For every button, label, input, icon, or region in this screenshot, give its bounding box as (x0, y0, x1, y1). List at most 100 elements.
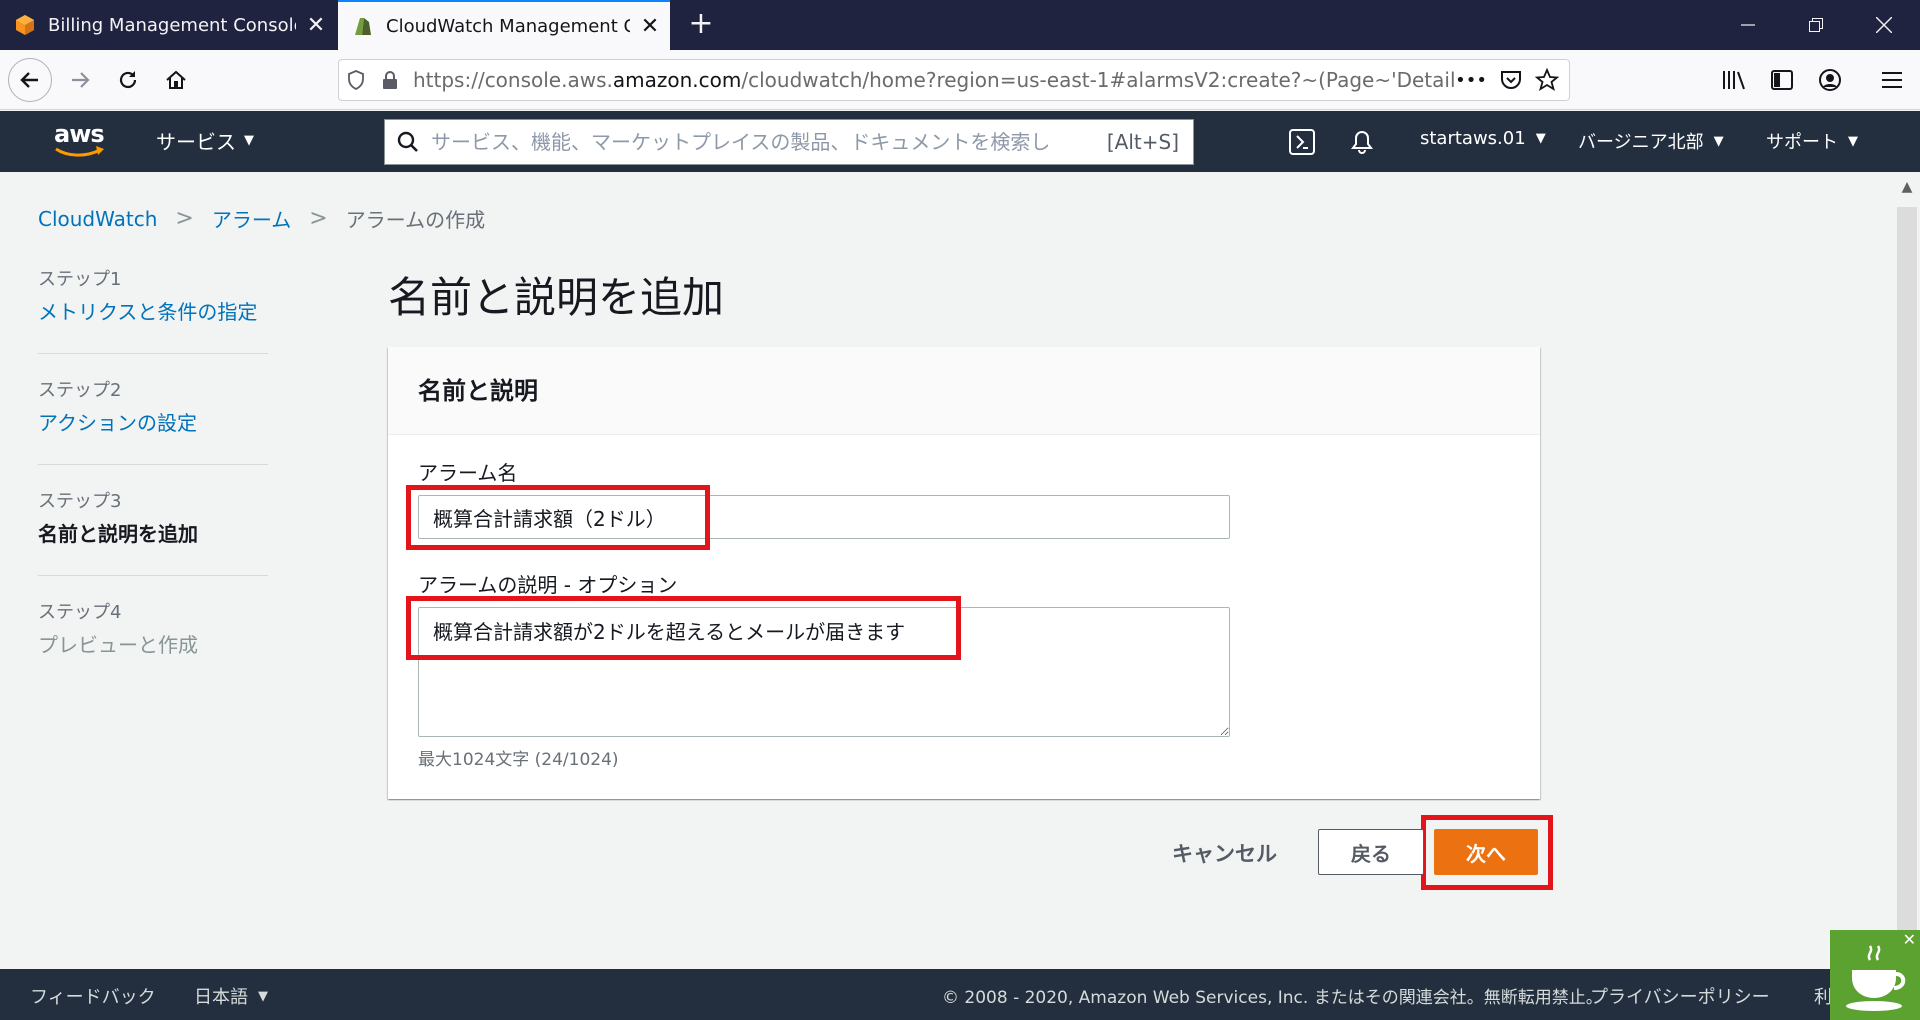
minimize-icon (1741, 24, 1755, 26)
forward-button[interactable] (58, 58, 102, 102)
address-bar[interactable]: https://console.aws.amazon.com/cloudwatc… (338, 59, 1570, 101)
aws-logo-text: aws (54, 120, 105, 148)
account-name: startaws.01 (1420, 128, 1526, 149)
feedback-label: フィードバック (30, 987, 156, 1008)
copyright-text: © 2008 - 2020, Amazon Web Services, Inc.… (942, 988, 1603, 1008)
caret-down-icon: ▼ (244, 133, 254, 148)
page-actions-button[interactable]: ••• (1455, 70, 1487, 91)
url-prefix: https://console.aws. (413, 68, 613, 92)
step-1: ステップ1 メトリクスと条件の指定 (38, 265, 268, 354)
step-4: ステップ4 プレビューと作成 (38, 598, 268, 686)
aws-logo[interactable]: aws (54, 120, 106, 161)
step-number: ステップ1 (38, 269, 122, 290)
home-icon (166, 70, 186, 89)
search-icon (385, 131, 431, 153)
pocket-icon[interactable] (1499, 68, 1523, 92)
char-limit-text: 最大1024文字 (24/1024) (418, 750, 619, 770)
language-label: 日本語 (194, 987, 248, 1008)
step-preview: プレビューと作成 (38, 633, 198, 657)
minimize-button[interactable] (1714, 0, 1782, 50)
account-button[interactable] (1808, 58, 1852, 102)
sidebar-icon (1771, 70, 1793, 90)
step-current-name: 名前と説明を追加 (38, 522, 198, 546)
support-label: サポート (1766, 132, 1838, 153)
step-number: ステップ3 (38, 491, 122, 512)
step-link-actions[interactable]: アクションの設定 (38, 408, 268, 438)
language-selector[interactable]: 日本語 ▼ (194, 983, 268, 1009)
alarm-description-textarea[interactable]: 概算合計請求額が2ドルを超えるとメールが届きます (418, 607, 1230, 737)
region-menu[interactable]: バージニア北部 ▼ (1578, 128, 1724, 154)
scroll-up-icon[interactable]: ▲ (1894, 179, 1920, 201)
name-description-panel: 名前と説明 アラーム名 アラームの説明 - オプション 概算合計請求額が2ドルを… (388, 347, 1540, 799)
feedback-button[interactable]: フィードバック (30, 983, 156, 1009)
step-number: ステップ4 (38, 602, 122, 623)
library-button[interactable] (1712, 58, 1756, 102)
aws-search-box[interactable]: [Alt+S] (384, 119, 1194, 165)
step-link-metrics[interactable]: メトリクスと条件の指定 (38, 297, 268, 327)
tab-cloudwatch[interactable]: CloudWatch Management Console ✕ (338, 0, 670, 50)
arrow-left-icon (20, 72, 38, 88)
lock-icon[interactable] (373, 60, 407, 100)
arrow-right-icon (72, 72, 90, 88)
url-path: /cloudwatch/home?region=us-east-1#alarms… (741, 68, 1456, 92)
cloudwatch-icon (355, 18, 371, 35)
close-tab-icon[interactable]: ✕ (296, 13, 336, 38)
services-menu[interactable]: サービス ▼ (156, 126, 254, 155)
url-text[interactable]: https://console.aws.amazon.com/cloudwatc… (407, 68, 1455, 92)
shield-icon[interactable] (339, 60, 373, 100)
restore-button[interactable] (1782, 0, 1850, 50)
new-tab-button[interactable]: + (684, 8, 718, 42)
chevron-right-icon: > (309, 206, 328, 231)
page-scrollbar[interactable]: ▲ (1894, 173, 1920, 969)
cancel-button[interactable]: キャンセル (1156, 830, 1293, 876)
account-menu[interactable]: startaws.01 ▼ (1420, 128, 1546, 149)
support-menu[interactable]: サポート ▼ (1766, 128, 1858, 154)
star-icon[interactable] (1535, 68, 1559, 92)
close-icon[interactable]: ✕ (1903, 930, 1916, 949)
alarm-description-label: アラームの説明 - オプション (418, 573, 678, 597)
scrollbar-thumb[interactable] (1897, 207, 1917, 947)
alarm-name-label: アラーム名 (418, 461, 518, 485)
aws-smile-icon (55, 146, 104, 157)
step-number: ステップ2 (38, 380, 122, 401)
coffee-widget[interactable]: ✕ (1830, 930, 1920, 1020)
restore-icon (1809, 18, 1823, 32)
page-title: 名前と説明を追加 (388, 273, 725, 322)
caret-down-icon: ▼ (1713, 133, 1724, 149)
aws-header: aws サービス ▼ [Alt+S] startaws.01 ▼ バージニア北部… (0, 111, 1920, 172)
breadcrumb-alarms[interactable]: アラーム (212, 204, 291, 233)
caret-down-icon: ▼ (258, 988, 268, 1004)
url-domain: amazon.com (612, 68, 742, 92)
reload-button[interactable] (106, 58, 150, 102)
region-name: バージニア北部 (1578, 132, 1704, 153)
tab-title: CloudWatch Management Console (386, 15, 630, 37)
close-tab-icon[interactable]: ✕ (630, 14, 670, 39)
cloudshell-icon[interactable] (1288, 128, 1316, 156)
next-button[interactable]: 次へ (1434, 829, 1538, 875)
search-shortcut-hint: [Alt+S] (1106, 130, 1179, 154)
bell-icon[interactable] (1348, 128, 1376, 156)
menu-button[interactable] (1870, 58, 1914, 102)
close-window-button[interactable] (1850, 0, 1918, 50)
step-3: ステップ3 名前と説明を追加 (38, 487, 268, 576)
browser-tab-bar: Billing Management Console ✕ CloudWatch … (0, 0, 1920, 50)
alarm-name-input[interactable] (418, 495, 1230, 539)
caret-down-icon: ▼ (1848, 133, 1858, 149)
console-footer: フィードバック 日本語 ▼ © 2008 - 2020, Amazon Web … (0, 969, 1920, 1020)
chevron-right-icon: > (175, 206, 194, 231)
wizard-steps: ステップ1 メトリクスと条件の指定 ステップ2 アクションの設定 ステップ3 名… (38, 265, 268, 708)
tab-billing[interactable]: Billing Management Console ✕ (0, 0, 336, 50)
privacy-policy-link[interactable]: プライバシーポリシー (1590, 983, 1770, 1009)
hamburger-icon (1882, 72, 1902, 88)
previous-button[interactable]: 戻る (1318, 829, 1424, 875)
services-label: サービス (156, 130, 236, 154)
breadcrumb-cloudwatch[interactable]: CloudWatch (38, 207, 157, 231)
panel-header: 名前と説明 (388, 347, 1540, 435)
sidebar-toggle-button[interactable] (1760, 58, 1804, 102)
breadcrumb-create-alarm: アラームの作成 (345, 208, 486, 232)
library-icon (1723, 71, 1745, 90)
browser-nav-bar: https://console.aws.amazon.com/cloudwatc… (0, 50, 1920, 110)
home-button[interactable] (154, 58, 198, 102)
back-button[interactable] (8, 58, 52, 102)
aws-search-input[interactable] (431, 130, 1093, 154)
